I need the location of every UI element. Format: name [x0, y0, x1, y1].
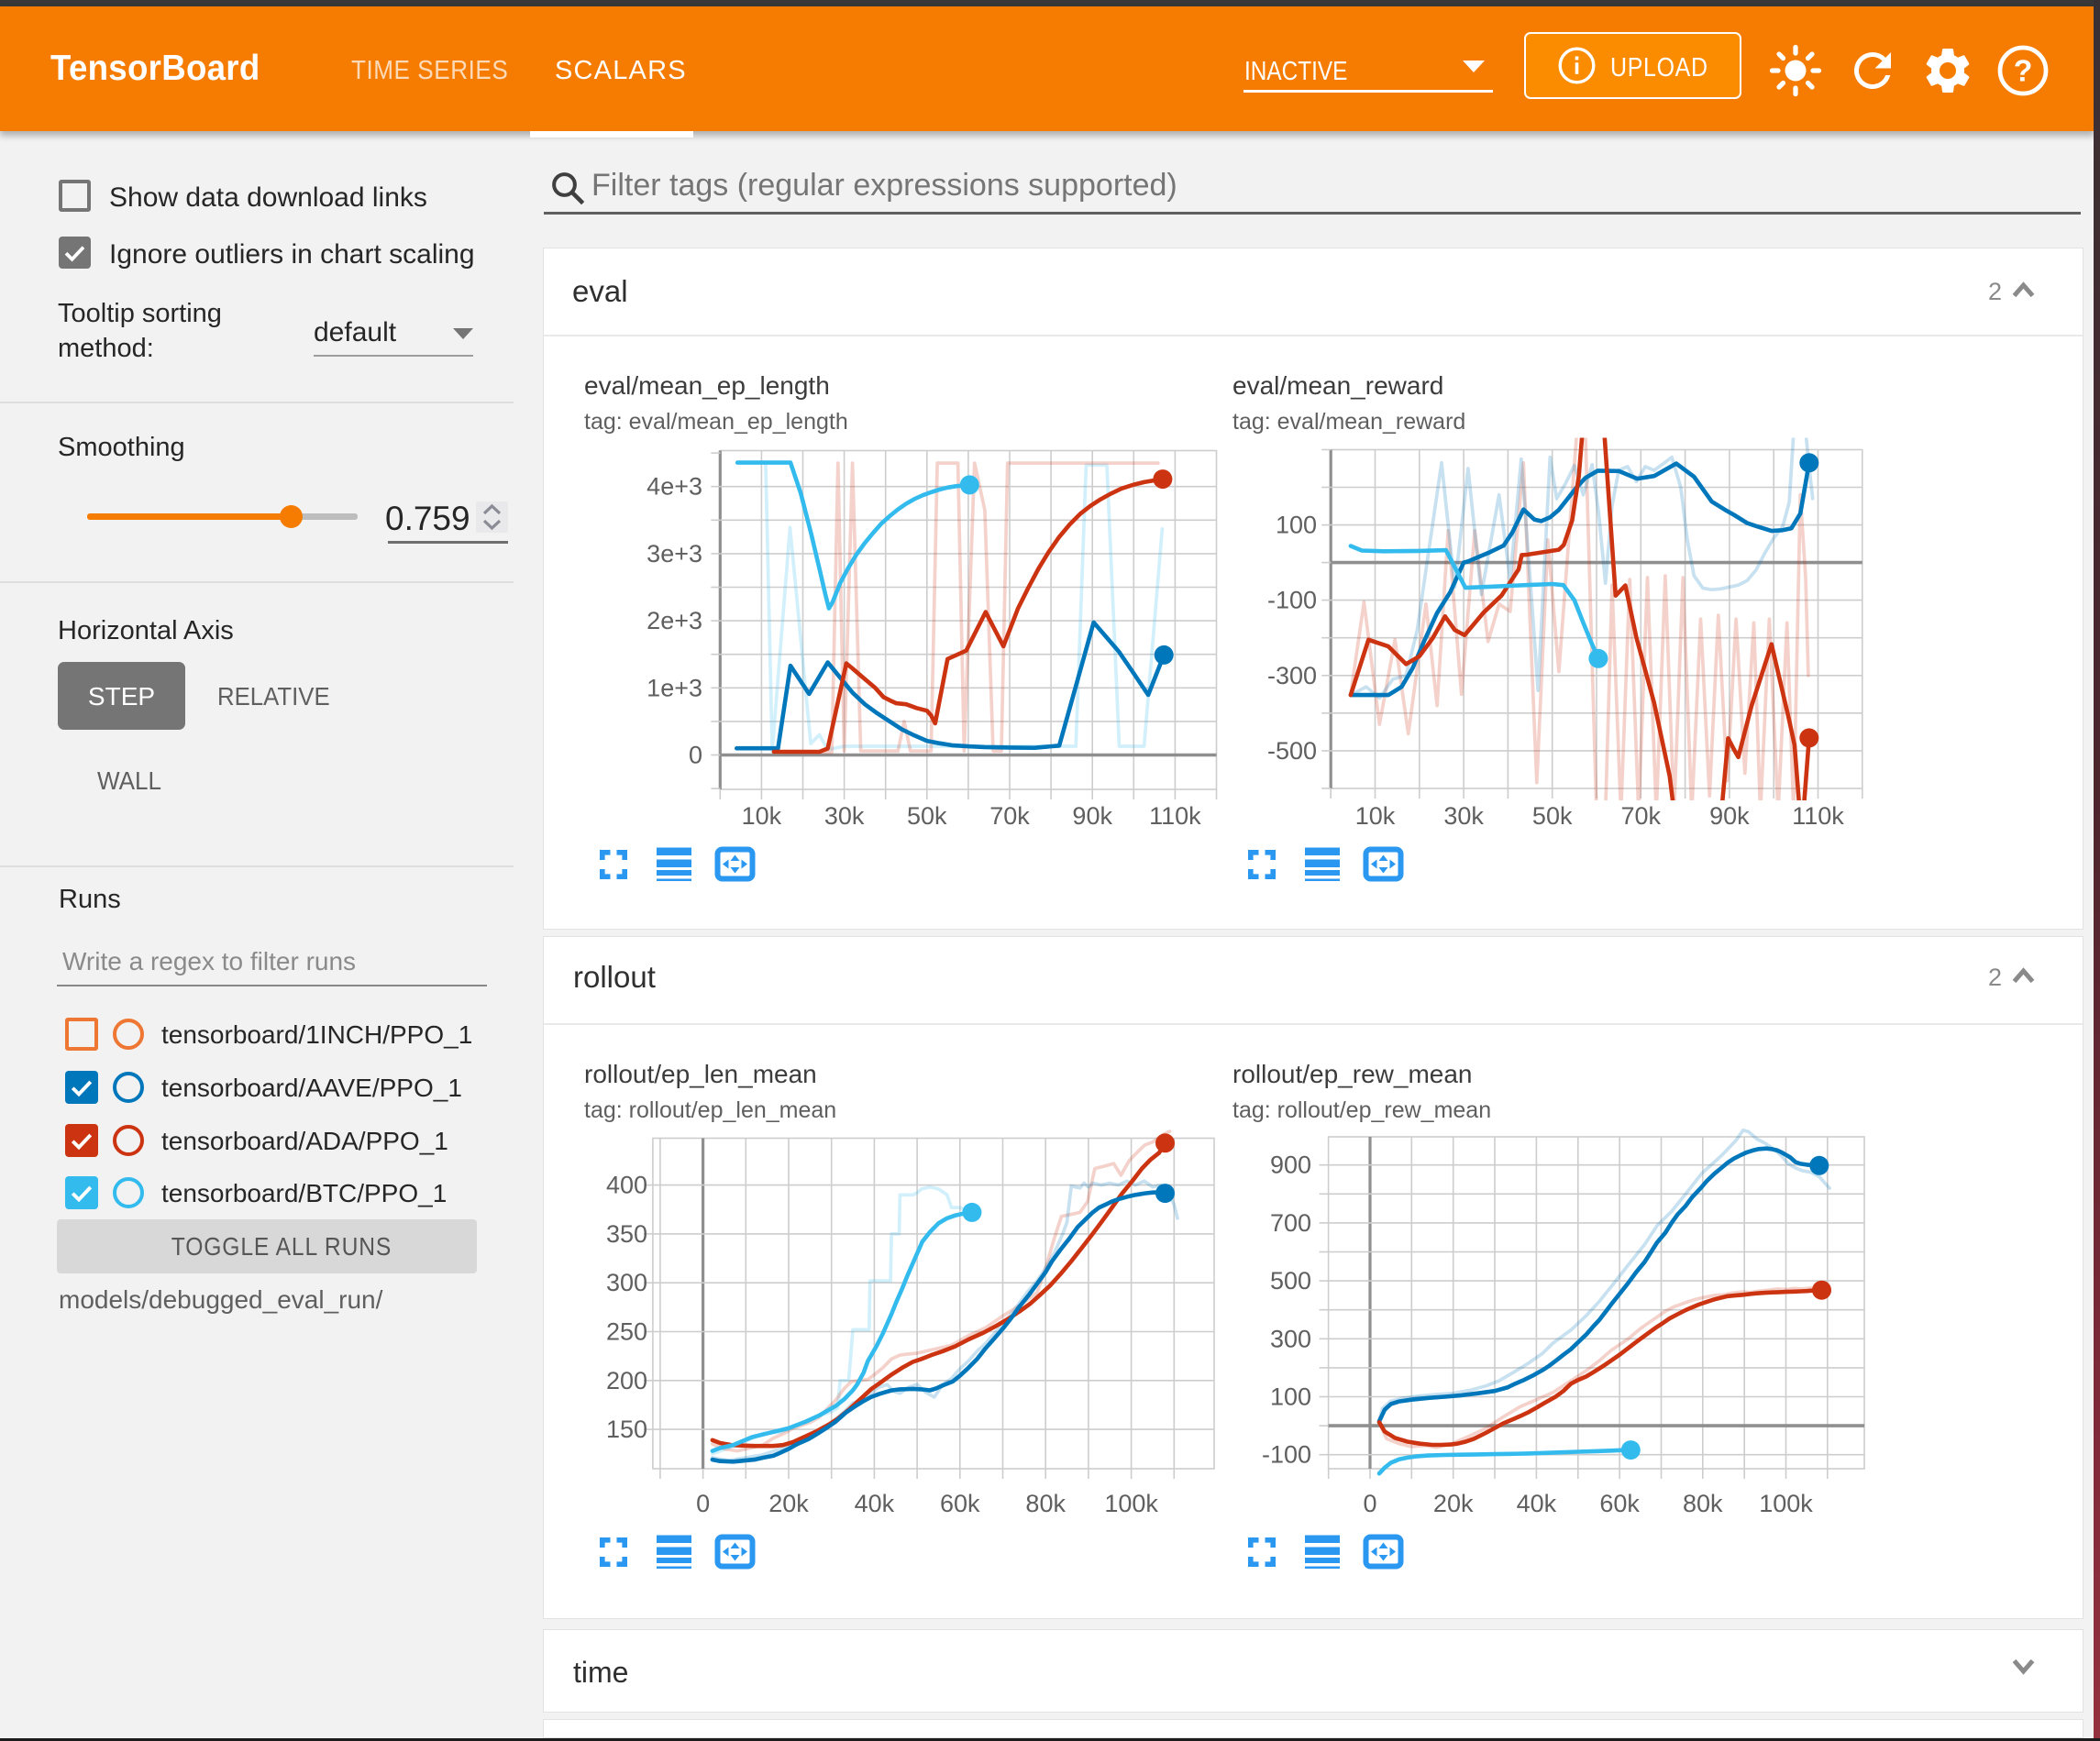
svg-text:?: ?	[2014, 54, 2033, 89]
